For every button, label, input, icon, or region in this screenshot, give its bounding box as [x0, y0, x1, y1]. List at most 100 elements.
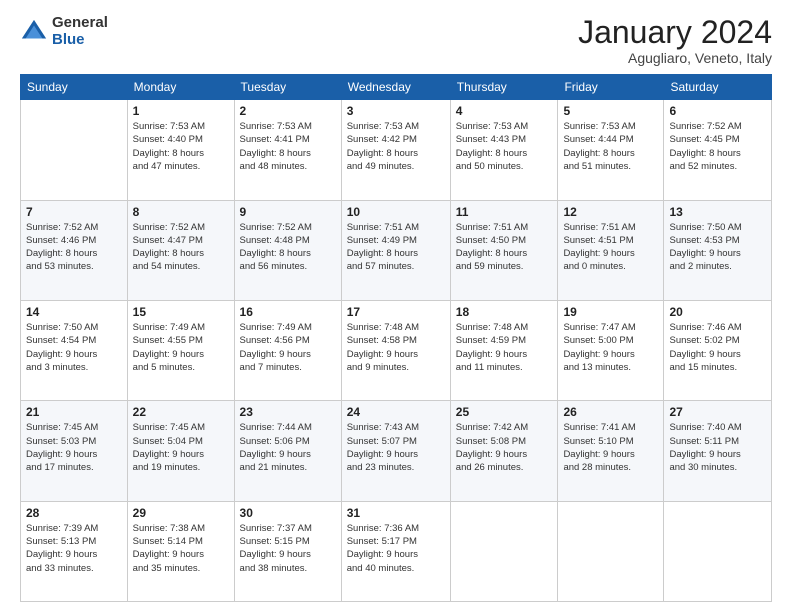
- logo: General Blue: [20, 15, 108, 48]
- calendar-cell: 11Sunrise: 7:51 AMSunset: 4:50 PMDayligh…: [450, 200, 558, 300]
- day-number: 4: [456, 104, 553, 118]
- day-number: 18: [456, 305, 553, 319]
- calendar-cell: 29Sunrise: 7:38 AMSunset: 5:14 PMDayligh…: [127, 501, 234, 601]
- day-number: 5: [563, 104, 658, 118]
- day-info: Sunrise: 7:53 AMSunset: 4:44 PMDaylight:…: [563, 120, 658, 173]
- day-number: 16: [240, 305, 336, 319]
- calendar-cell: 22 Sunrise: 7:45 AMSunset: 5:04 PMDayligh…: [127, 401, 234, 501]
- calendar-cell: 3Sunrise: 7:53 AMSunset: 4:42 PMDaylight…: [341, 100, 450, 200]
- day-info: Sunrise: 7:42 AMSunset: 5:08 PMDaylight:…: [456, 421, 553, 474]
- day-info: Sunrise: 7:52 AMSunset: 4:46 PMDaylight:…: [26, 221, 122, 274]
- location-subtitle: Agugliaro, Veneto, Italy: [578, 50, 772, 66]
- day-number: 1: [133, 104, 229, 118]
- day-info: Sunrise: 7:51 AMSunset: 4:49 PMDaylight:…: [347, 221, 445, 274]
- calendar-cell: 7 Sunrise: 7:52 AMSunset: 4:46 PMDaylight…: [21, 200, 128, 300]
- day-info: Sunrise: 7:47 AMSunset: 5:00 PMDaylight:…: [563, 321, 658, 374]
- day-number: 27: [669, 405, 766, 419]
- day-info: Sunrise: 7:53 AMSunset: 4:40 PMDaylight:…: [133, 120, 229, 173]
- title-block: January 2024 Agugliaro, Veneto, Italy: [578, 15, 772, 66]
- day-number: 21: [26, 405, 122, 419]
- day-number: 24: [347, 405, 445, 419]
- day-info: Sunrise: 7:45 AMSunset: 5:03 PMDaylight:…: [26, 421, 122, 474]
- calendar-cell: 16 Sunrise: 7:49 AMSunset: 4:56 PMDayligh…: [234, 300, 341, 400]
- logo-general-text: General: [52, 15, 108, 32]
- day-info: Sunrise: 7:36 AMSunset: 5:17 PMDaylight:…: [347, 522, 445, 575]
- day-number: 6: [669, 104, 766, 118]
- month-title: January 2024: [578, 15, 772, 50]
- calendar-cell: 21 Sunrise: 7:45 AMSunset: 5:03 PMDayligh…: [21, 401, 128, 501]
- day-number: 23: [240, 405, 336, 419]
- calendar-cell: 2Sunrise: 7:53 AMSunset: 4:41 PMDaylight…: [234, 100, 341, 200]
- calendar-cell: [450, 501, 558, 601]
- day-info: Sunrise: 7:53 AMSunset: 4:43 PMDaylight:…: [456, 120, 553, 173]
- day-info: Sunrise: 7:53 AMSunset: 4:42 PMDaylight:…: [347, 120, 445, 173]
- day-number: 25: [456, 405, 553, 419]
- calendar-cell: 13 Sunrise: 7:50 AMSunset: 4:53 PMDayligh…: [664, 200, 772, 300]
- calendar-cell: 15 Sunrise: 7:49 AMSunset: 4:55 PMDayligh…: [127, 300, 234, 400]
- day-number: 10: [347, 205, 445, 219]
- calendar-week-3: 14Sunrise: 7:50 AMSunset: 4:54 PMDayligh…: [21, 300, 772, 400]
- day-number: 7: [26, 205, 122, 219]
- calendar-table: SundayMondayTuesdayWednesdayThursdayFrid…: [20, 74, 772, 602]
- day-info: Sunrise: 7:44 AMSunset: 5:06 PMDaylight:…: [240, 421, 336, 474]
- day-number: 8: [133, 205, 229, 219]
- day-info: Sunrise: 7:50 AMSunset: 4:54 PMDaylight:…: [26, 321, 122, 374]
- weekday-header-friday: Friday: [558, 75, 664, 100]
- day-number: 31: [347, 506, 445, 520]
- day-number: 9: [240, 205, 336, 219]
- day-number: 12: [563, 205, 658, 219]
- day-number: 15: [133, 305, 229, 319]
- logo-blue-text: Blue: [52, 32, 108, 49]
- weekday-header-row: SundayMondayTuesdayWednesdayThursdayFrid…: [21, 75, 772, 100]
- calendar-cell: 19 Sunrise: 7:47 AMSunset: 5:00 PMDayligh…: [558, 300, 664, 400]
- calendar-cell: 4 Sunrise: 7:53 AMSunset: 4:43 PMDaylight…: [450, 100, 558, 200]
- day-number: 17: [347, 305, 445, 319]
- calendar-cell: [664, 501, 772, 601]
- day-info: Sunrise: 7:50 AMSunset: 4:53 PMDaylight:…: [669, 221, 766, 274]
- day-info: Sunrise: 7:45 AMSunset: 5:04 PMDaylight:…: [133, 421, 229, 474]
- day-info: Sunrise: 7:52 AMSunset: 4:45 PMDaylight:…: [669, 120, 766, 173]
- calendar-week-5: 28 Sunrise: 7:39 AMSunset: 5:13 PMDayligh…: [21, 501, 772, 601]
- calendar-cell: 12 Sunrise: 7:51 AMSunset: 4:51 PMDayligh…: [558, 200, 664, 300]
- weekday-header-saturday: Saturday: [664, 75, 772, 100]
- day-info: Sunrise: 7:49 AMSunset: 4:55 PMDaylight:…: [133, 321, 229, 374]
- day-info: Sunrise: 7:39 AMSunset: 5:13 PMDaylight:…: [26, 522, 122, 575]
- calendar-cell: 24Sunrise: 7:43 AMSunset: 5:07 PMDayligh…: [341, 401, 450, 501]
- day-info: Sunrise: 7:51 AMSunset: 4:51 PMDaylight:…: [563, 221, 658, 274]
- weekday-header-sunday: Sunday: [21, 75, 128, 100]
- weekday-header-thursday: Thursday: [450, 75, 558, 100]
- page-header: General Blue January 2024 Agugliaro, Ven…: [20, 15, 772, 66]
- calendar-cell: 6 Sunrise: 7:52 AMSunset: 4:45 PMDaylight…: [664, 100, 772, 200]
- day-number: 22: [133, 405, 229, 419]
- calendar-cell: 25 Sunrise: 7:42 AMSunset: 5:08 PMDayligh…: [450, 401, 558, 501]
- day-number: 13: [669, 205, 766, 219]
- day-number: 20: [669, 305, 766, 319]
- calendar-cell: 17Sunrise: 7:48 AMSunset: 4:58 PMDayligh…: [341, 300, 450, 400]
- calendar-cell: 27Sunrise: 7:40 AMSunset: 5:11 PMDayligh…: [664, 401, 772, 501]
- day-info: Sunrise: 7:48 AMSunset: 4:59 PMDaylight:…: [456, 321, 553, 374]
- calendar-week-1: 1 Sunrise: 7:53 AMSunset: 4:40 PMDaylight…: [21, 100, 772, 200]
- calendar-week-2: 7 Sunrise: 7:52 AMSunset: 4:46 PMDaylight…: [21, 200, 772, 300]
- calendar-cell: [558, 501, 664, 601]
- calendar-cell: 28 Sunrise: 7:39 AMSunset: 5:13 PMDayligh…: [21, 501, 128, 601]
- calendar-cell: 20 Sunrise: 7:46 AMSunset: 5:02 PMDayligh…: [664, 300, 772, 400]
- calendar-cell: 23 Sunrise: 7:44 AMSunset: 5:06 PMDayligh…: [234, 401, 341, 501]
- weekday-header-wednesday: Wednesday: [341, 75, 450, 100]
- day-info: Sunrise: 7:52 AMSunset: 4:47 PMDaylight:…: [133, 221, 229, 274]
- day-number: 19: [563, 305, 658, 319]
- day-info: Sunrise: 7:37 AMSunset: 5:15 PMDaylight:…: [240, 522, 336, 575]
- day-info: Sunrise: 7:46 AMSunset: 5:02 PMDaylight:…: [669, 321, 766, 374]
- logo-icon: [20, 18, 48, 46]
- calendar-cell: 1 Sunrise: 7:53 AMSunset: 4:40 PMDaylight…: [127, 100, 234, 200]
- day-info: Sunrise: 7:51 AMSunset: 4:50 PMDaylight:…: [456, 221, 553, 274]
- calendar-cell: 26Sunrise: 7:41 AMSunset: 5:10 PMDayligh…: [558, 401, 664, 501]
- day-number: 29: [133, 506, 229, 520]
- calendar-cell: 14Sunrise: 7:50 AMSunset: 4:54 PMDayligh…: [21, 300, 128, 400]
- day-info: Sunrise: 7:41 AMSunset: 5:10 PMDaylight:…: [563, 421, 658, 474]
- calendar-cell: 9 Sunrise: 7:52 AMSunset: 4:48 PMDaylight…: [234, 200, 341, 300]
- day-info: Sunrise: 7:49 AMSunset: 4:56 PMDaylight:…: [240, 321, 336, 374]
- weekday-header-monday: Monday: [127, 75, 234, 100]
- day-info: Sunrise: 7:53 AMSunset: 4:41 PMDaylight:…: [240, 120, 336, 173]
- day-info: Sunrise: 7:52 AMSunset: 4:48 PMDaylight:…: [240, 221, 336, 274]
- day-number: 28: [26, 506, 122, 520]
